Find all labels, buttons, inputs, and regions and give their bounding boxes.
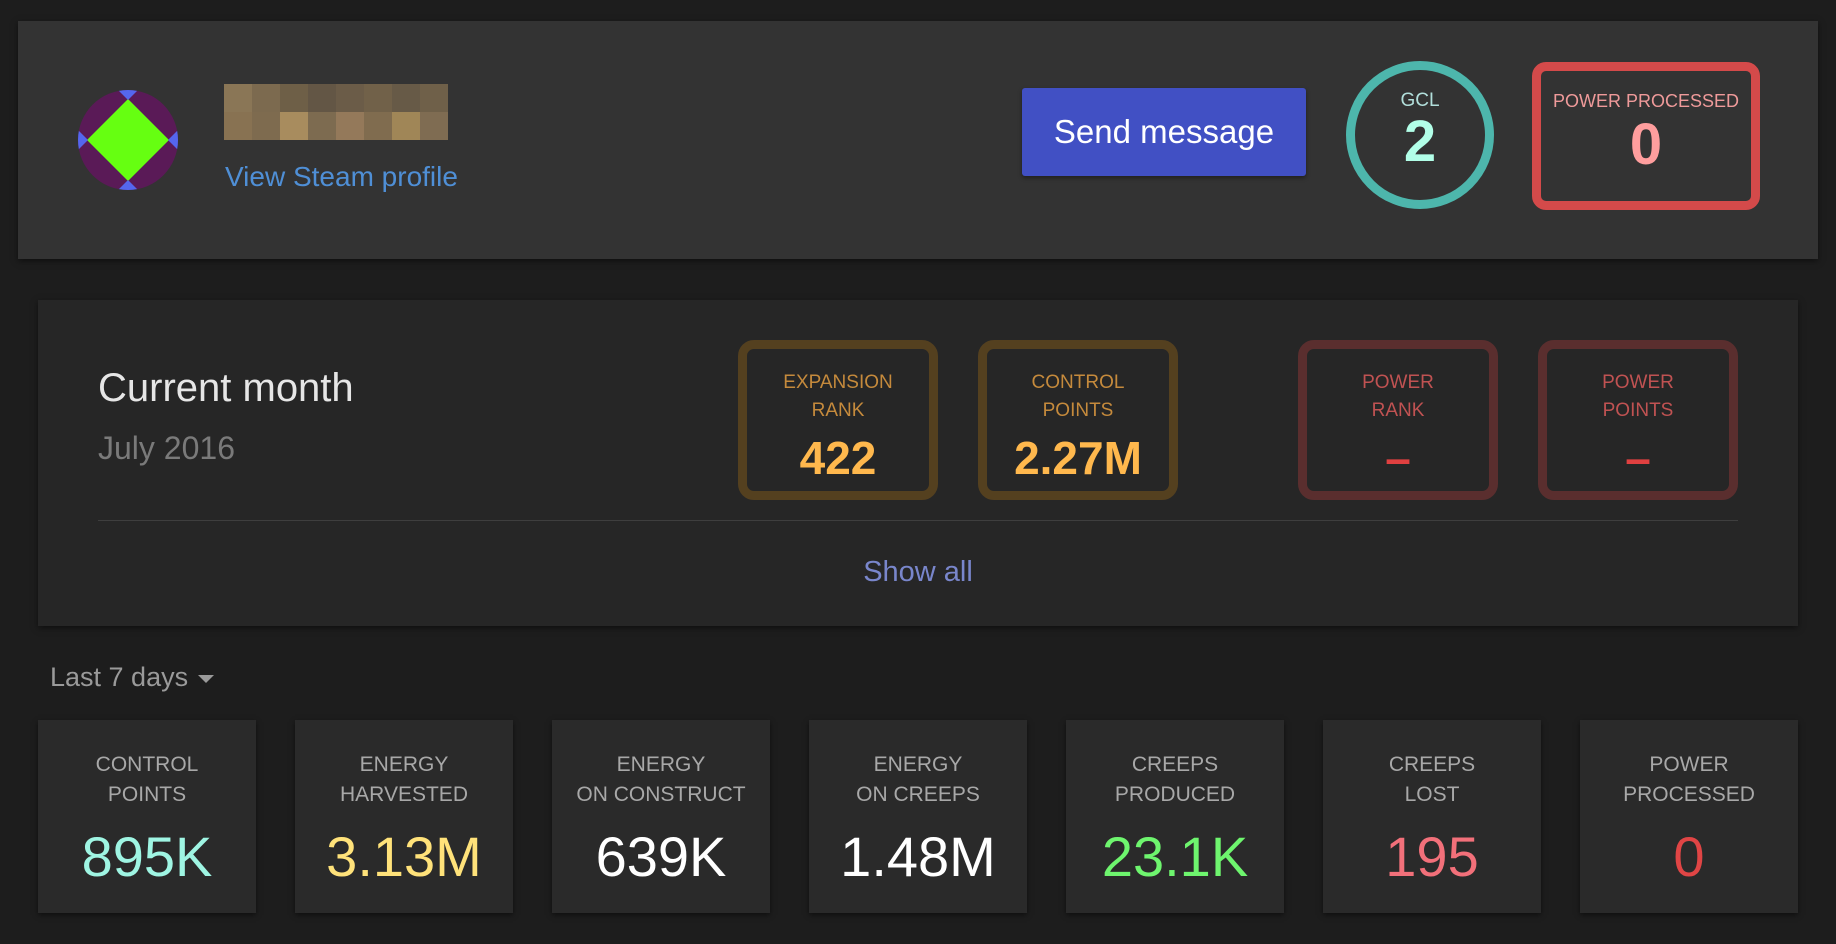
stat-label-line: PRODUCED xyxy=(1114,783,1236,806)
rank-label-line: POWER xyxy=(1362,372,1434,393)
caret-down-icon xyxy=(198,674,215,683)
stat-label-line: ENERGY xyxy=(616,753,706,776)
stat-label-line: ENERGY xyxy=(873,753,963,776)
stat-value: 0 xyxy=(1673,825,1705,888)
rank-label-line: CONTROL xyxy=(1031,372,1125,393)
stat-card-power-processed: POWER PROCESSED 0 xyxy=(1580,720,1798,913)
send-message-button[interactable]: Send message xyxy=(1022,88,1306,176)
view-steam-profile-link[interactable]: View Steam profile xyxy=(225,161,458,193)
stat-value: 195 xyxy=(1385,825,1479,888)
stat-label-line: ON CREEPS xyxy=(856,783,980,806)
control-points-box: CONTROL POINTS 2.27M xyxy=(978,340,1178,500)
power-rank-value: – xyxy=(1385,432,1411,484)
stat-card-energy-on-creeps: ENERGY ON CREEPS 1.48M xyxy=(809,720,1027,913)
stat-label-line: LOST xyxy=(1404,783,1460,806)
stat-value: 1.48M xyxy=(840,825,996,888)
user-avatar xyxy=(78,90,178,190)
power-processed-value: 0 xyxy=(1629,112,1663,177)
stat-label-line: CREEPS xyxy=(1388,753,1476,776)
stat-label-line: POINTS xyxy=(107,783,187,806)
gcl-badge: GCL 2 xyxy=(1346,61,1494,209)
rank-label-line: POINTS xyxy=(1042,400,1114,421)
expansion-rank-box: EXPANSION RANK 422 xyxy=(738,340,938,500)
stat-card-energy-harvested: ENERGY HARVESTED 3.13M xyxy=(295,720,513,913)
rank-label-line: RANK xyxy=(1371,400,1425,421)
power-points-value: – xyxy=(1625,432,1651,484)
divider xyxy=(98,520,1738,521)
stat-label-line: CREEPS xyxy=(1131,753,1219,776)
stat-card-control-points: CONTROL POINTS 895K xyxy=(38,720,256,913)
power-processed-badge: POWER PROCESSED 0 xyxy=(1532,62,1760,210)
current-month-card: Current month July 2016 EXPANSION RANK 42… xyxy=(38,300,1798,626)
month-title: Current month xyxy=(98,366,354,410)
stat-card-creeps-produced: CREEPS PRODUCED 23.1K xyxy=(1066,720,1284,913)
rank-label-line: RANK xyxy=(811,400,865,421)
stat-label-line: ON CONSTRUCT xyxy=(576,783,746,806)
rank-label-line: POINTS xyxy=(1602,400,1674,421)
stat-value: 3.13M xyxy=(326,825,482,888)
stat-label-line: HARVESTED xyxy=(340,783,468,806)
power-rank-box: POWER RANK – xyxy=(1298,340,1498,500)
gcl-value: 2 xyxy=(1403,109,1437,174)
stat-card-energy-on-construct: ENERGY ON CONSTRUCT 639K xyxy=(552,720,770,913)
stat-card-creeps-lost: CREEPS LOST 195 xyxy=(1323,720,1541,913)
stat-value: 639K xyxy=(595,825,727,888)
month-subtitle: July 2016 xyxy=(98,430,235,466)
show-all-link[interactable]: Show all xyxy=(38,556,1798,589)
stat-label-line: PROCESSED xyxy=(1623,783,1755,806)
avatar-diamond-shape xyxy=(86,98,170,182)
stat-label-line: CONTROL xyxy=(95,753,199,776)
stat-value: 23.1K xyxy=(1101,825,1249,888)
power-points-box: POWER POINTS – xyxy=(1538,340,1738,500)
stat-label-line: POWER xyxy=(1649,753,1729,776)
control-points-value: 2.27M xyxy=(1014,432,1142,484)
power-processed-label: POWER PROCESSED xyxy=(1552,91,1740,111)
stat-label-line: ENERGY xyxy=(359,753,449,776)
expansion-rank-value: 422 xyxy=(799,432,877,484)
rank-label-line: EXPANSION xyxy=(783,372,893,393)
profile-header: View Steam profile Send message GCL 2 PO… xyxy=(18,21,1818,259)
pixelated-username xyxy=(224,84,448,140)
stat-value: 895K xyxy=(81,825,213,888)
rank-label-line: POWER xyxy=(1602,372,1674,393)
period-dropdown[interactable]: Last 7 days xyxy=(50,662,215,693)
period-selected-label: Last 7 days xyxy=(50,662,189,692)
